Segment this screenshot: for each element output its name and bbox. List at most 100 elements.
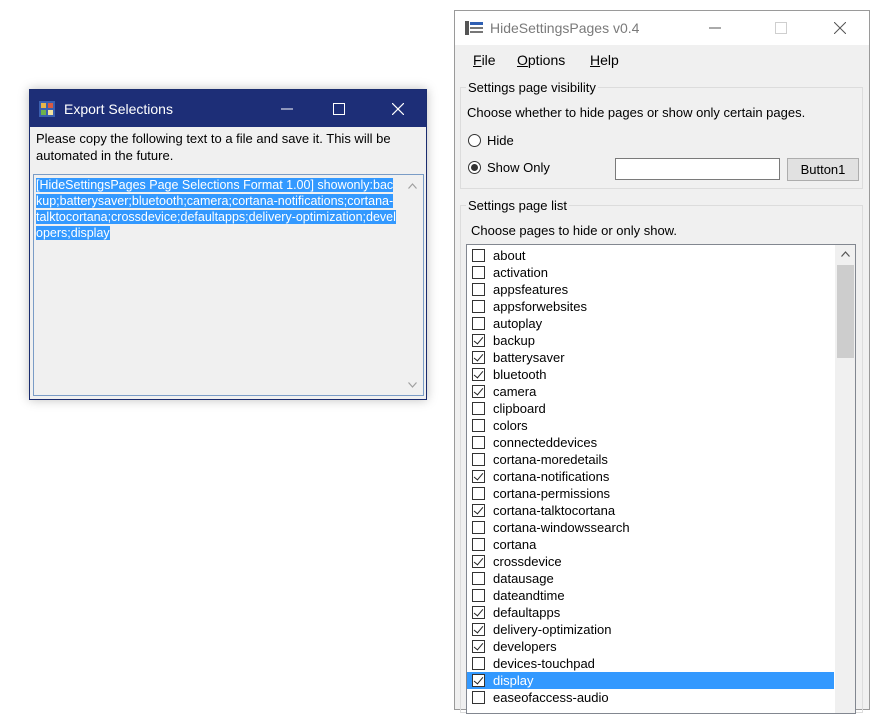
checklist-item[interactable]: cortana-moredetails	[467, 451, 834, 468]
checklist-item-label: colors	[493, 418, 528, 433]
checklist-item[interactable]: autoplay	[467, 315, 834, 332]
checkbox-checked-icon[interactable]	[472, 606, 485, 619]
checklist-item[interactable]: activation	[467, 264, 834, 281]
checklist-item-label: bluetooth	[493, 367, 547, 382]
checklist-item[interactable]: crossdevice	[467, 553, 834, 570]
scroll-down-button[interactable]	[404, 376, 421, 393]
checklist-item[interactable]: developers	[467, 638, 834, 655]
checkbox-icon[interactable]	[472, 572, 485, 585]
maximize-button[interactable]	[758, 11, 803, 45]
checklist-item[interactable]: delivery-optimization	[467, 621, 834, 638]
checkbox-icon[interactable]	[472, 300, 485, 313]
checklist-item-label: display	[493, 673, 534, 688]
hide-radio[interactable]: Hide	[468, 133, 514, 148]
app-icon	[39, 101, 55, 117]
export-title-bar[interactable]: Export Selections	[30, 90, 426, 127]
menu-file[interactable]: File	[473, 52, 496, 68]
list-scrollbar[interactable]	[835, 245, 855, 713]
chevron-up-icon	[408, 182, 417, 189]
checklist-item[interactable]: batterysaver	[467, 349, 834, 366]
checkbox-checked-icon[interactable]	[472, 674, 485, 687]
checklist-item[interactable]: cortana-windowssearch	[467, 519, 834, 536]
app-icon	[465, 21, 483, 35]
close-button[interactable]	[817, 11, 862, 45]
checkbox-checked-icon[interactable]	[472, 555, 485, 568]
checklist-item[interactable]: appsforwebsites	[467, 298, 834, 315]
checklist-item-label: delivery-optimization	[493, 622, 612, 637]
checkbox-icon[interactable]	[472, 487, 485, 500]
close-button[interactable]	[375, 90, 420, 127]
checklist-item[interactable]: easeofaccess-audio	[467, 689, 834, 706]
checkbox-checked-icon[interactable]	[472, 470, 485, 483]
checklist-item-label: clipboard	[493, 401, 546, 416]
checkbox-checked-icon[interactable]	[472, 385, 485, 398]
maximize-button[interactable]	[316, 90, 361, 127]
checkbox-icon[interactable]	[472, 249, 485, 262]
checklist-item[interactable]: cortana-permissions	[467, 485, 834, 502]
export-text-area[interactable]: [HideSettingsPages Page Selections Forma…	[33, 174, 424, 396]
checkbox-checked-icon[interactable]	[472, 623, 485, 636]
selected-export-text[interactable]: [HideSettingsPages Page Selections Forma…	[36, 177, 396, 241]
checklist-item[interactable]: about	[467, 247, 834, 264]
checkbox-icon[interactable]	[472, 538, 485, 551]
checklist-item[interactable]: appsfeatures	[467, 281, 834, 298]
checklist-item-label: batterysaver	[493, 350, 565, 365]
menu-options[interactable]: Options	[517, 52, 565, 68]
checkbox-checked-icon[interactable]	[472, 640, 485, 653]
show-only-radio-label: Show Only	[487, 160, 550, 175]
checklist-item[interactable]: bluetooth	[467, 366, 834, 383]
checklist-item-label: devices-touchpad	[493, 656, 595, 671]
button1[interactable]: Button1	[787, 158, 859, 181]
settings-page-checklist[interactable]: about activation appsfeatures appsforwebsit…	[466, 244, 856, 714]
checkbox-checked-icon[interactable]	[472, 504, 485, 517]
minimize-button[interactable]	[264, 90, 309, 127]
radio-button-selected-icon	[468, 161, 481, 174]
chevron-down-icon	[408, 381, 417, 388]
checklist-item[interactable]: defaultapps	[467, 604, 834, 621]
scroll-up-button[interactable]	[404, 177, 421, 194]
checkbox-icon[interactable]	[472, 691, 485, 704]
checkbox-icon[interactable]	[472, 283, 485, 296]
minimize-button[interactable]	[692, 11, 737, 45]
checkbox-checked-icon[interactable]	[472, 368, 485, 381]
checklist-item-label: developers	[493, 639, 557, 654]
show-only-radio[interactable]: Show Only	[468, 160, 550, 175]
page-list-description: Choose pages to hide or only show.	[471, 223, 677, 238]
checklist-item[interactable]: cortana-notifications	[467, 468, 834, 485]
checkbox-icon[interactable]	[472, 317, 485, 330]
checklist-item-label: cortana-windowssearch	[493, 520, 630, 535]
menu-help[interactable]: Help	[590, 52, 619, 68]
minimize-icon	[708, 27, 721, 29]
checklist-item[interactable]: connecteddevices	[467, 434, 834, 451]
checkbox-icon[interactable]	[472, 419, 485, 432]
checklist-item[interactable]: clipboard	[467, 400, 834, 417]
checklist-item[interactable]: camera	[467, 383, 834, 400]
checkbox-icon[interactable]	[472, 402, 485, 415]
checkbox-icon[interactable]	[472, 657, 485, 670]
checklist-item[interactable]: colors	[467, 417, 834, 434]
page-text-input[interactable]	[615, 158, 780, 180]
export-scrollbar[interactable]	[404, 177, 421, 393]
maximize-icon	[774, 22, 787, 34]
checklist-item[interactable]: devices-touchpad	[467, 655, 834, 672]
close-icon	[391, 102, 404, 115]
checklist-item[interactable]: backup	[467, 332, 834, 349]
checkbox-icon[interactable]	[472, 266, 485, 279]
checkbox-checked-icon[interactable]	[472, 334, 485, 347]
checklist-item[interactable]: display	[467, 672, 834, 689]
checklist-item[interactable]: cortana-talktocortana	[467, 502, 834, 519]
checkbox-checked-icon[interactable]	[472, 351, 485, 364]
checkbox-icon[interactable]	[472, 453, 485, 466]
checkbox-icon[interactable]	[472, 589, 485, 602]
scroll-up-button[interactable]	[835, 245, 855, 262]
checklist-item-label: about	[493, 248, 526, 263]
checkbox-icon[interactable]	[472, 436, 485, 449]
main-title-bar[interactable]: HideSettingsPages v0.4	[455, 11, 869, 45]
checklist-item[interactable]: cortana	[467, 536, 834, 553]
checklist-item[interactable]: datausage	[467, 570, 834, 587]
visibility-group-legend: Settings page visibility	[468, 80, 596, 95]
checklist-item[interactable]: dateandtime	[467, 587, 834, 604]
checkbox-icon[interactable]	[472, 521, 485, 534]
scroll-thumb[interactable]	[837, 265, 854, 358]
checklist-item-label: activation	[493, 265, 548, 280]
